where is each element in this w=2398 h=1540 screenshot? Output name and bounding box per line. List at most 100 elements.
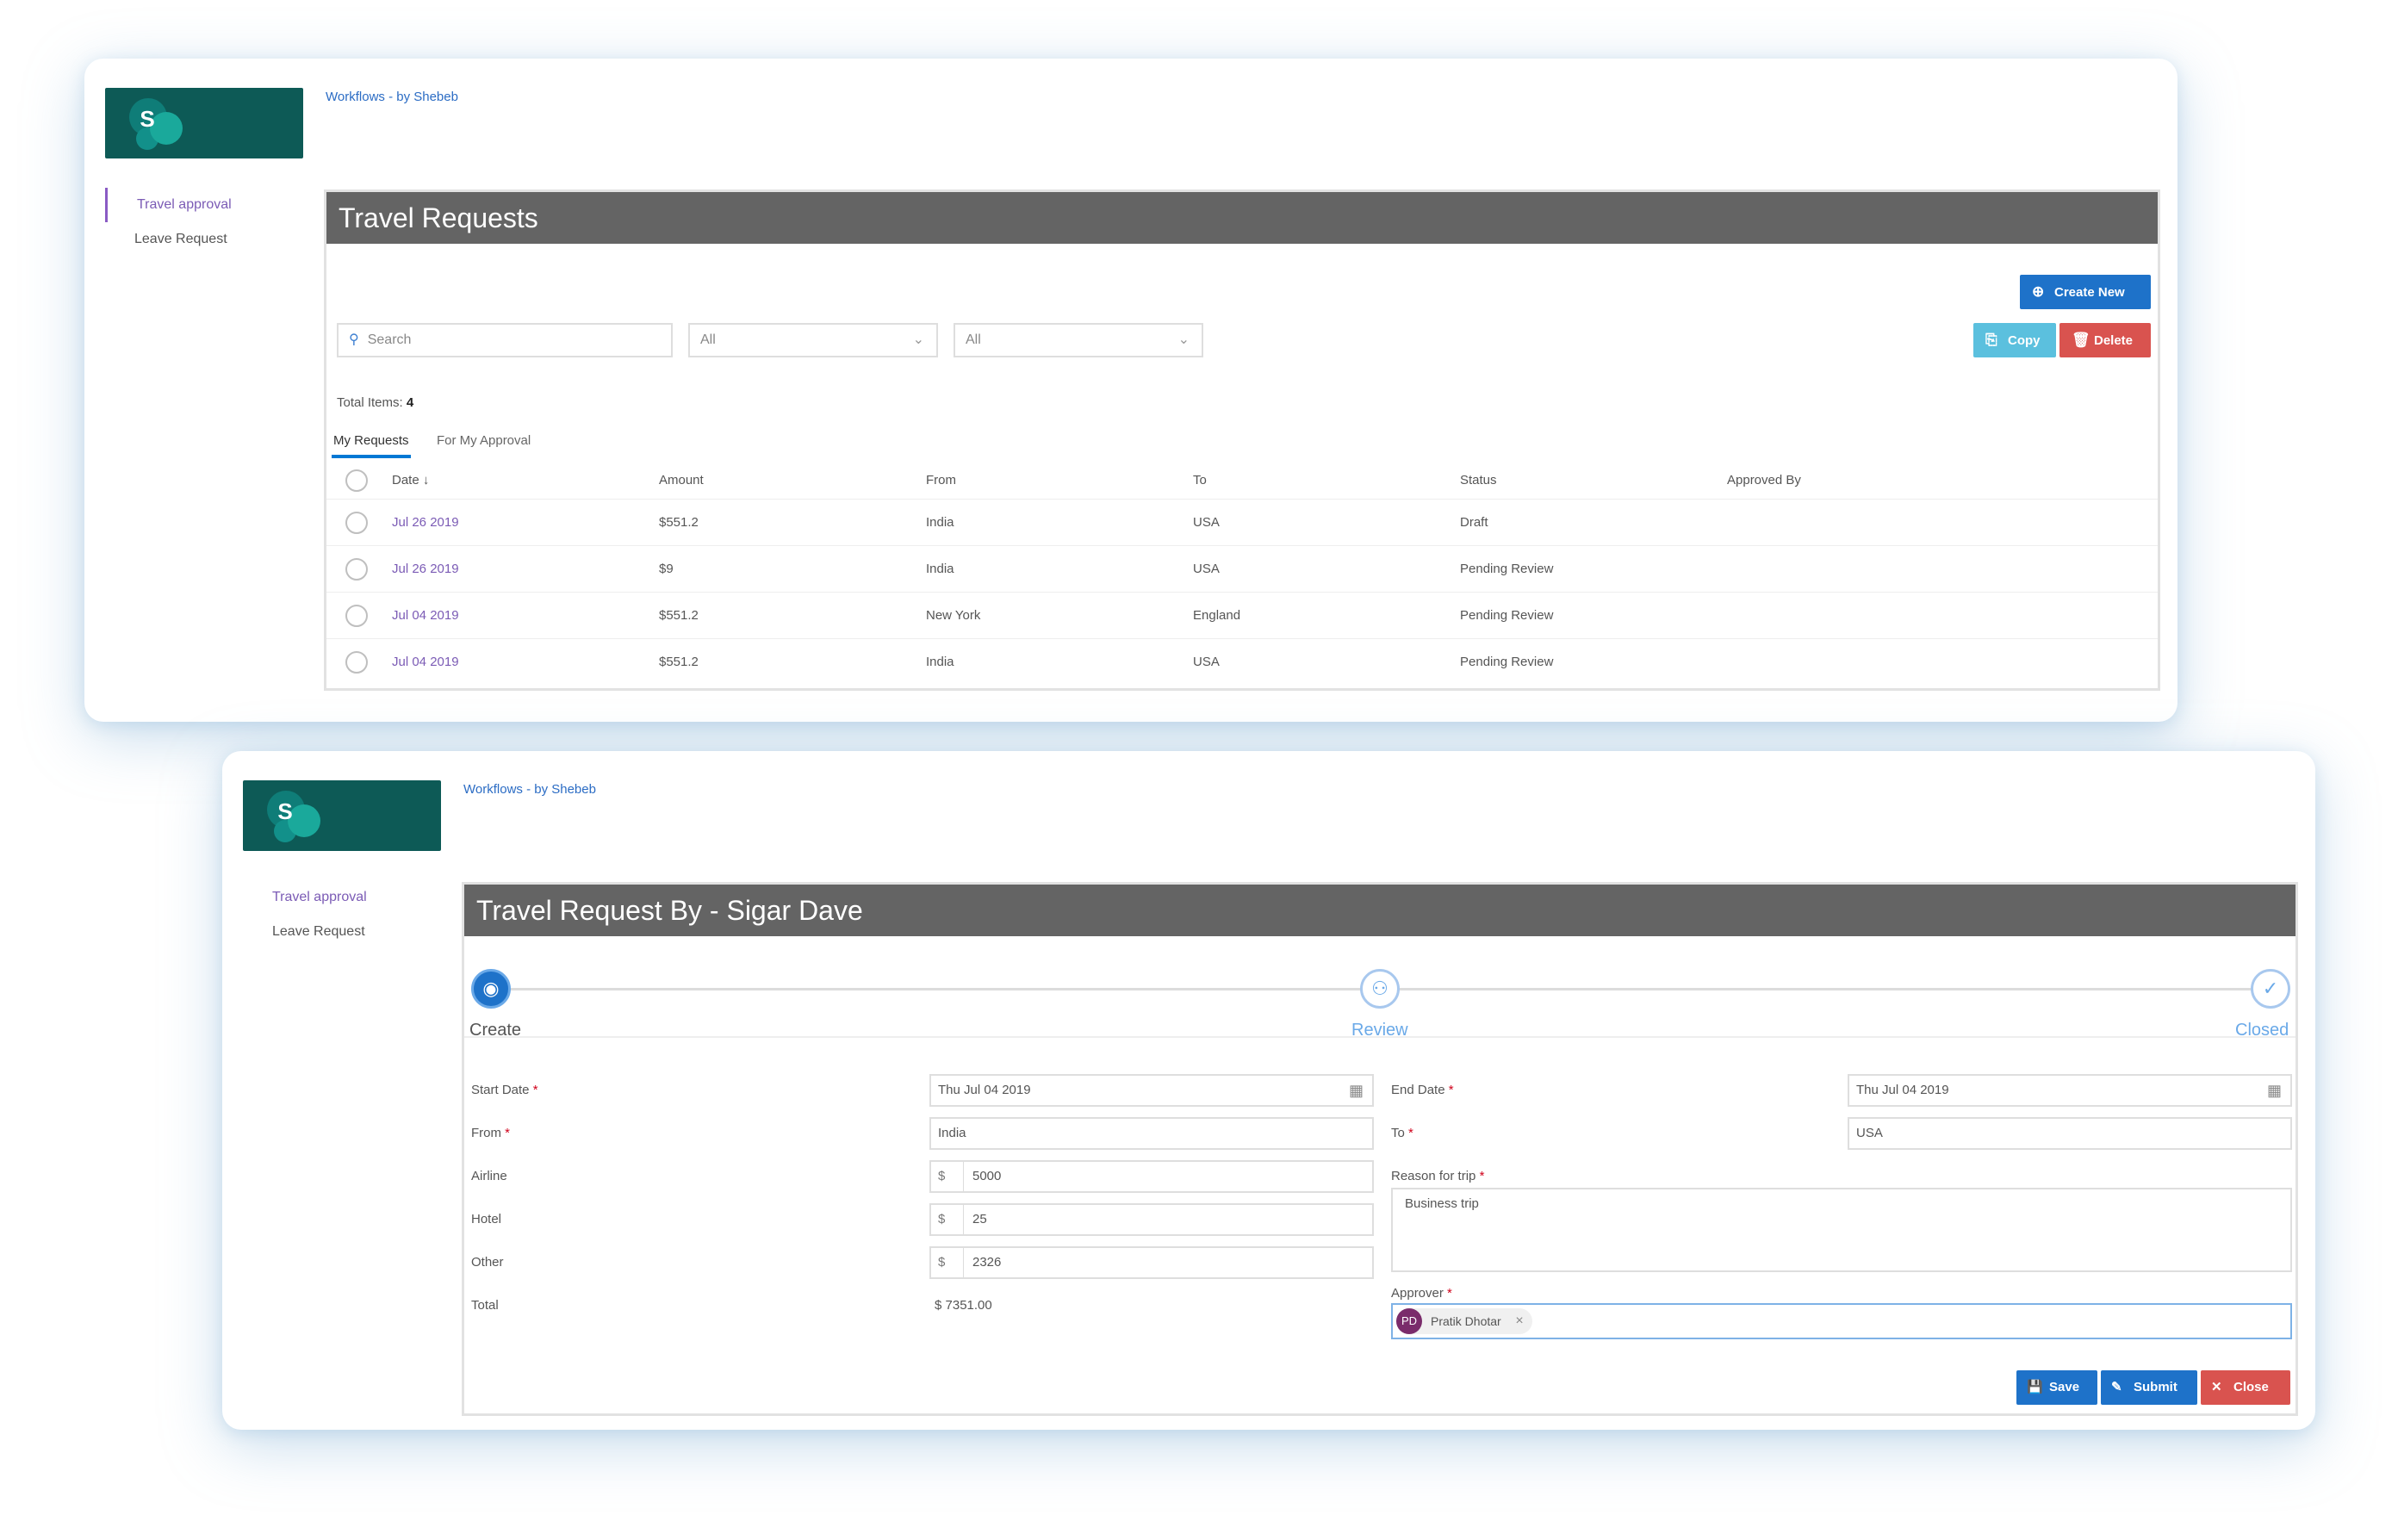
end-date-label: End Date *: [1391, 1083, 1454, 1097]
row-to: USA: [1193, 562, 1220, 576]
row-select-radio[interactable]: [345, 512, 368, 534]
to-value: USA: [1856, 1126, 1883, 1140]
row-to: England: [1193, 608, 1241, 623]
sharepoint-logo[interactable]: S: [105, 88, 303, 158]
breadcrumb[interactable]: Workflows - by Shebeb: [463, 782, 596, 797]
save-label: Save: [2049, 1380, 2080, 1394]
workflow-stepper: ◉ ⚇ ✓ Create Review Closed: [464, 938, 2295, 1040]
row-status: Pending Review: [1460, 562, 1554, 576]
to-field[interactable]: USA: [1848, 1117, 2292, 1150]
airline-value: 5000: [972, 1169, 1002, 1183]
table-row[interactable]: Jul 26 2019 $551.2 India USA Draft: [326, 499, 2158, 545]
column-date-label: Date: [392, 473, 419, 487]
create-new-button[interactable]: ⊕ Create New: [2020, 275, 2151, 309]
reason-label: Reason for trip *: [1391, 1169, 1484, 1183]
filter-dropdown-2[interactable]: All ⌄: [954, 323, 1203, 357]
nav-item-travel-approval[interactable]: Travel approval: [105, 188, 303, 222]
column-header-to[interactable]: To: [1193, 473, 1207, 487]
hotel-value: 25: [972, 1212, 987, 1226]
copy-icon: ⎘: [1985, 332, 1997, 348]
table-row[interactable]: Jul 04 2019 $551.2 India USA Pending Rev…: [326, 638, 2158, 685]
submit-button[interactable]: ✎ Submit: [2101, 1370, 2197, 1405]
nav-item-leave-request[interactable]: Leave Request: [105, 222, 303, 257]
to-label: To *: [1391, 1126, 1413, 1140]
reviewer-icon: ⚇: [1371, 978, 1388, 999]
start-date-label-text: Start Date: [471, 1083, 530, 1097]
sharepoint-logo[interactable]: S: [243, 780, 441, 851]
calendar-icon[interactable]: ▦: [2267, 1076, 2282, 1105]
chevron-down-icon: ⌄: [912, 332, 924, 347]
column-header-amount[interactable]: Amount: [659, 473, 704, 487]
approver-persona[interactable]: PD Pratik Dhotar ×: [1396, 1308, 1532, 1334]
total-value: $ 7351.00: [935, 1298, 992, 1313]
row-amount: $551.2: [659, 608, 699, 623]
nav-item-leave-request[interactable]: Leave Request: [243, 915, 441, 949]
from-label: From *: [471, 1126, 510, 1140]
nav-item-travel-approval[interactable]: Travel approval: [243, 880, 441, 915]
column-header-date[interactable]: Date ↓: [392, 473, 429, 487]
row-date-link[interactable]: Jul 04 2019: [392, 655, 459, 669]
step-review-label: Review: [1351, 1021, 1408, 1040]
column-header-approved-by[interactable]: Approved By: [1727, 473, 1801, 487]
column-header-status[interactable]: Status: [1460, 473, 1497, 487]
save-button[interactable]: 💾 Save: [2016, 1370, 2097, 1405]
travel-requests-panel: Travel Requests ⊕ Create New ⚲ Search All ⌄…: [324, 189, 2160, 691]
currency-prefix: $: [938, 1162, 964, 1191]
reason-textarea[interactable]: Business trip: [1391, 1188, 2292, 1272]
row-to: USA: [1193, 515, 1220, 530]
row-select-radio[interactable]: [345, 558, 368, 581]
end-date-field[interactable]: Thu Jul 04 2019 ▦: [1848, 1074, 2292, 1107]
delete-label: Delete: [2094, 333, 2134, 348]
table-row[interactable]: Jul 26 2019 $9 India USA Pending Review: [326, 545, 2158, 592]
required-marker: *: [1479, 1169, 1485, 1183]
select-all-radio[interactable]: [345, 469, 368, 492]
currency-prefix: $: [938, 1248, 964, 1277]
row-status: Draft: [1460, 515, 1488, 530]
from-field[interactable]: India: [929, 1117, 1374, 1150]
row-amount: $551.2: [659, 515, 699, 530]
row-to: USA: [1193, 655, 1220, 669]
search-icon: ⚲: [349, 332, 359, 347]
submit-icon: ✎: [2111, 1380, 2122, 1394]
copy-label: Copy: [2008, 333, 2041, 348]
calendar-icon[interactable]: ▦: [1349, 1076, 1364, 1105]
row-from: India: [926, 515, 954, 530]
page-title: Travel Request By - Sigar Dave: [464, 885, 2295, 936]
filter-dropdown-1[interactable]: All ⌄: [688, 323, 938, 357]
required-marker: *: [505, 1126, 511, 1140]
airline-label: Airline: [471, 1169, 507, 1183]
start-date-field[interactable]: Thu Jul 04 2019 ▦: [929, 1074, 1374, 1107]
close-button[interactable]: ✕ Close: [2201, 1370, 2290, 1405]
approver-people-picker[interactable]: PD Pratik Dhotar ×: [1391, 1303, 2292, 1339]
approver-name: Pratik Dhotar: [1431, 1314, 1501, 1328]
approver-label-text: Approver: [1391, 1286, 1444, 1301]
step-closed-label: Closed: [2235, 1021, 2289, 1040]
table-row[interactable]: Jul 04 2019 $551.2 New York England Pend…: [326, 592, 2158, 638]
travel-request-form-window: S Workflows - by Shebeb Travel approval …: [222, 751, 2315, 1430]
row-select-radio[interactable]: [345, 605, 368, 627]
step-create-label: Create: [469, 1021, 522, 1040]
row-date-link[interactable]: Jul 26 2019: [392, 515, 459, 530]
from-value: India: [938, 1126, 966, 1140]
required-marker: *: [1408, 1126, 1413, 1140]
airline-cost-field[interactable]: $5000: [929, 1160, 1374, 1193]
search-placeholder: Search: [367, 332, 412, 347]
hotel-cost-field[interactable]: $25: [929, 1203, 1374, 1236]
delete-button[interactable]: 🗑 Delete: [2059, 323, 2151, 357]
tab-my-requests[interactable]: My Requests: [332, 430, 411, 458]
filter-1-value: All: [700, 332, 716, 347]
column-header-from[interactable]: From: [926, 473, 956, 487]
start-date-label: Start Date *: [471, 1083, 538, 1097]
row-date-link[interactable]: Jul 04 2019: [392, 608, 459, 623]
tab-for-my-approval[interactable]: For My Approval: [435, 430, 532, 455]
to-label-text: To: [1391, 1126, 1405, 1140]
remove-icon[interactable]: ×: [1515, 1308, 1523, 1334]
copy-button[interactable]: ⎘ Copy: [1973, 323, 2056, 357]
required-marker: *: [1448, 1083, 1454, 1097]
other-cost-field[interactable]: $2326: [929, 1246, 1374, 1279]
search-input[interactable]: ⚲ Search: [337, 323, 673, 357]
row-date-link[interactable]: Jul 26 2019: [392, 562, 459, 576]
row-select-radio[interactable]: [345, 651, 368, 674]
breadcrumb[interactable]: Workflows - by Shebeb: [326, 90, 458, 104]
required-marker: *: [532, 1083, 538, 1097]
